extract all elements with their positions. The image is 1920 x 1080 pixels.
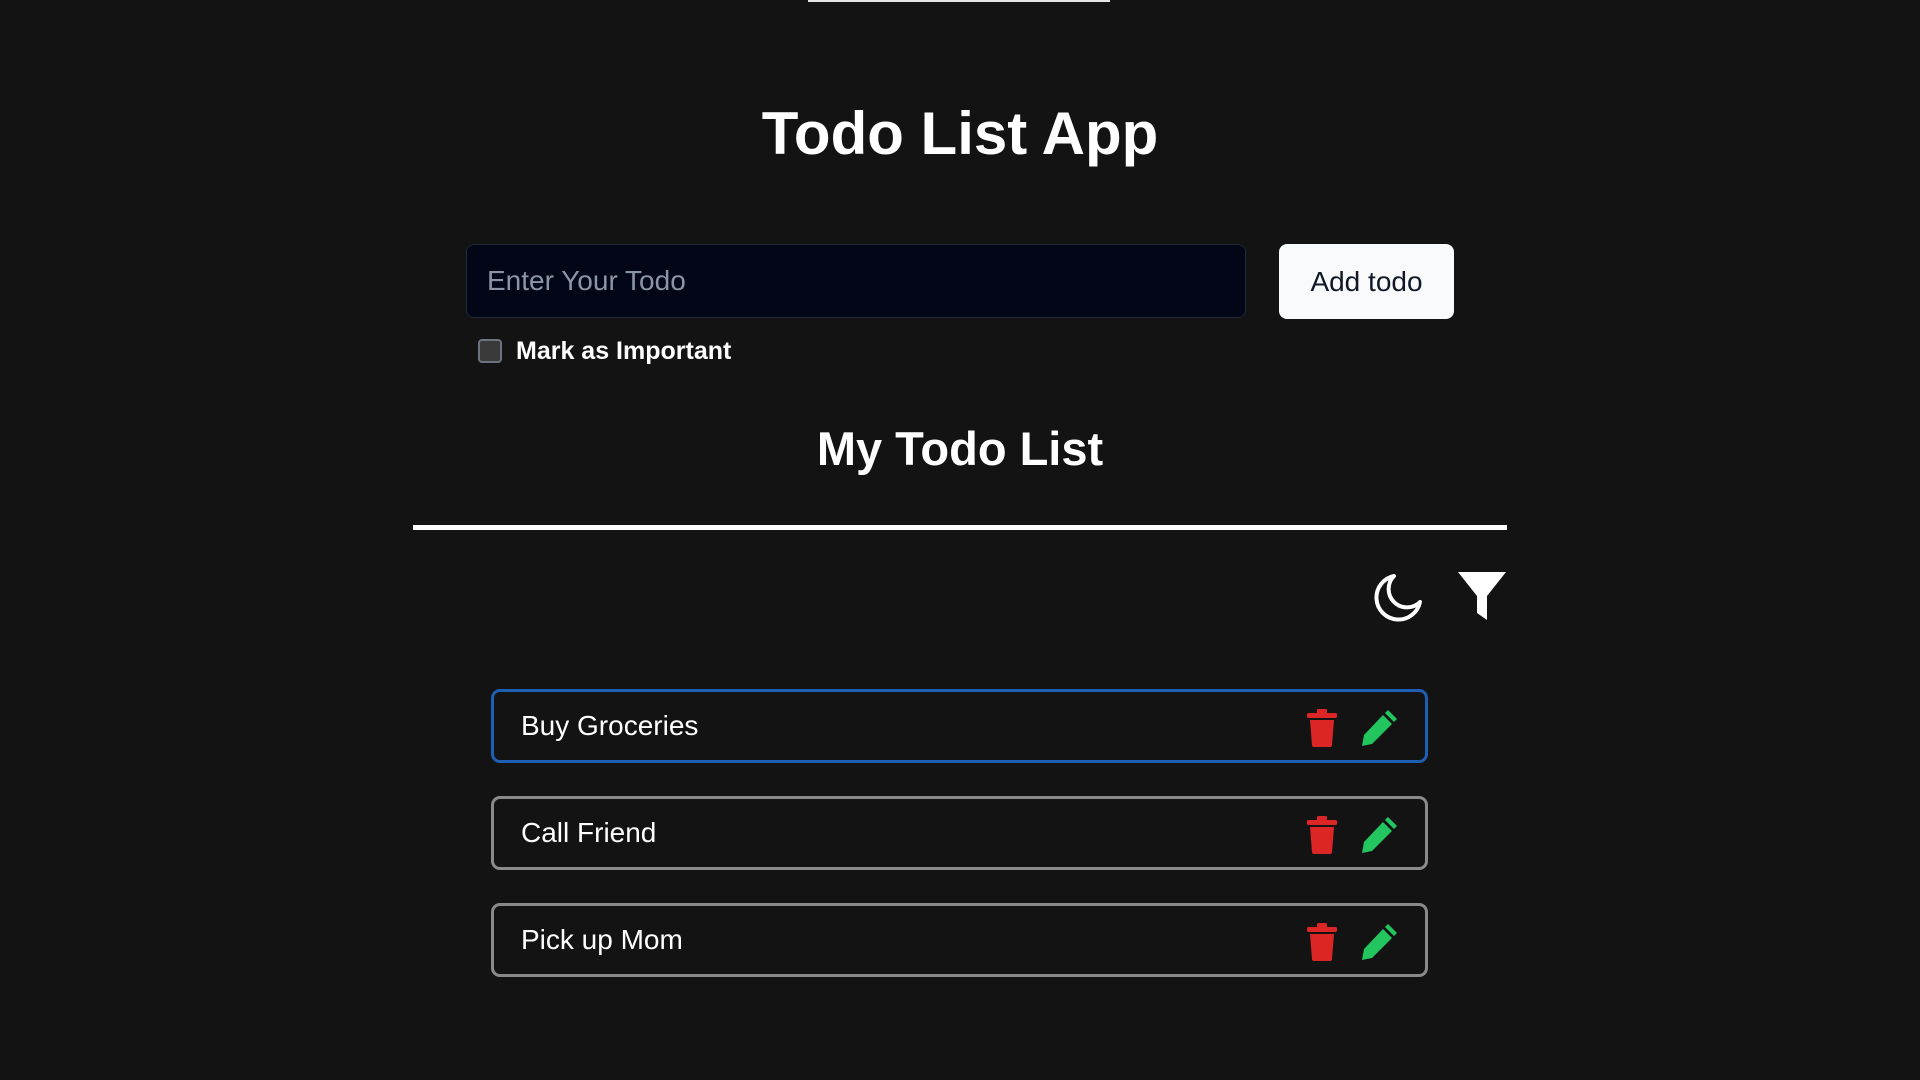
- important-label: Mark as Important: [516, 336, 732, 365]
- todo-text: Pick up Mom: [521, 924, 683, 955]
- list-divider: [413, 525, 1507, 530]
- filter-icon[interactable]: [1456, 570, 1508, 624]
- edit-icon[interactable]: [1360, 814, 1400, 854]
- trash-icon[interactable]: [1305, 709, 1339, 747]
- top-edge-divider: [808, 0, 1110, 2]
- add-todo-button[interactable]: Add todo: [1279, 244, 1454, 319]
- todo-item[interactable]: Pick up Mom: [491, 903, 1428, 977]
- trash-icon[interactable]: [1305, 923, 1339, 961]
- todo-text: Buy Groceries: [521, 710, 699, 741]
- trash-icon[interactable]: [1305, 816, 1339, 854]
- todo-input[interactable]: [466, 244, 1246, 318]
- edit-icon[interactable]: [1360, 921, 1400, 961]
- moon-icon[interactable]: [1372, 570, 1426, 624]
- todo-item[interactable]: Call Friend: [491, 796, 1428, 870]
- todo-item[interactable]: Buy Groceries: [491, 689, 1428, 763]
- edit-icon[interactable]: [1360, 707, 1400, 747]
- app-title: Todo List App: [761, 100, 1159, 167]
- todo-text: Call Friend: [521, 817, 657, 848]
- important-option[interactable]: Mark as Important: [478, 336, 731, 366]
- list-title: My Todo List: [816, 422, 1104, 475]
- important-checkbox[interactable]: [478, 339, 502, 363]
